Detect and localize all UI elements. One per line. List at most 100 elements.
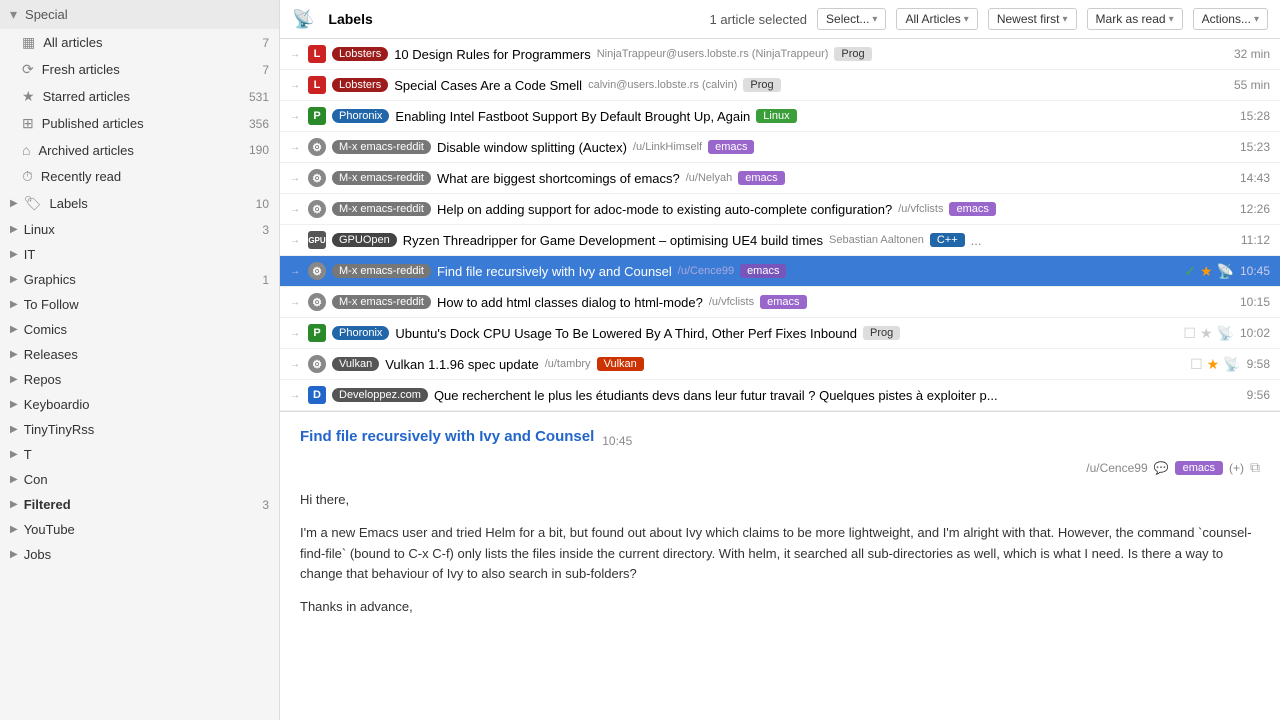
sidebar-item-label: Archived articles <box>38 143 249 158</box>
sidebar-item-label: Recently read <box>41 169 269 184</box>
sidebar-group-graphics[interactable]: ▶ Graphics 1 <box>0 267 279 292</box>
article-arrow-icon: → <box>290 49 302 60</box>
table-row[interactable]: → L Lobsters 10 Design Rules for Program… <box>280 39 1280 70</box>
article-time: 10:15 <box>1240 295 1270 309</box>
selected-info: 1 article selected <box>709 12 807 27</box>
releases-arrow-icon: ▶ <box>10 349 18 360</box>
mark-as-read-button[interactable]: Mark as read ▾ <box>1087 8 1183 30</box>
check-icon[interactable]: ✓ <box>1184 263 1196 280</box>
feed-badge: Lobsters <box>332 78 388 92</box>
labels-arrow-icon: ▶ <box>10 198 18 209</box>
article-tag: C++ <box>930 233 965 247</box>
article-tag: emacs <box>740 264 786 278</box>
sidebar-group-t[interactable]: ▶ T <box>0 442 279 467</box>
sidebar-group-repos[interactable]: ▶ Repos <box>0 367 279 392</box>
article-detail: Find file recursively with Ivy and Couns… <box>280 412 1280 720</box>
feed-badge: M-x emacs-reddit <box>332 202 431 216</box>
labels-icon: 🏷 <box>24 195 42 212</box>
table-row[interactable]: → ⚙ M-x emacs-reddit Help on adding supp… <box>280 194 1280 225</box>
article-tag: emacs <box>949 202 995 216</box>
article-content: Vulkan 1.1.96 spec update /u/tambry Vulk… <box>385 357 1184 372</box>
sidebar-special-header[interactable]: ▾ Special <box>0 0 279 29</box>
sidebar-group-label-text: Linux <box>24 222 263 237</box>
table-row[interactable]: → ⚙ M-x emacs-reddit How to add html cla… <box>280 287 1280 318</box>
article-time: 15:28 <box>1240 109 1270 123</box>
feed-badge: GPUOpen <box>332 233 397 247</box>
table-row[interactable]: → L Lobsters Special Cases Are a Code Sm… <box>280 70 1280 101</box>
article-title: 10 Design Rules for Programmers <box>394 47 591 62</box>
article-content: Ubuntu's Dock CPU Usage To Be Lowered By… <box>395 326 1177 341</box>
article-tag: Prog <box>743 78 780 92</box>
table-row[interactable]: → D Developpez.com Que recherchent le pl… <box>280 380 1280 411</box>
special-icon: ▾ <box>10 6 17 23</box>
article-tag-more: ... <box>971 233 982 248</box>
table-row[interactable]: → P Phoronix Ubuntu's Dock CPU Usage To … <box>280 318 1280 349</box>
all-articles-button[interactable]: All Articles ▾ <box>896 8 977 30</box>
table-row[interactable]: → P Phoronix Enabling Intel Fastboot Sup… <box>280 101 1280 132</box>
detail-tag: emacs <box>1175 461 1223 475</box>
star-icon[interactable]: ★ <box>1207 356 1220 373</box>
article-content: What are biggest shortcomings of emacs? … <box>437 171 1234 186</box>
comics-arrow-icon: ▶ <box>10 324 18 335</box>
con-arrow-icon: ▶ <box>10 474 18 485</box>
rss-icon[interactable]: 📡 <box>1217 263 1234 280</box>
sidebar-group-jobs[interactable]: ▶ Jobs <box>0 542 279 567</box>
sidebar-group-keyboardio[interactable]: ▶ Keyboardio <box>0 392 279 417</box>
rss-icon[interactable]: 📡 <box>1217 325 1234 342</box>
sidebar-item-all-articles[interactable]: ▦ All articles 7 <box>0 29 279 56</box>
sidebar-item-recently-read[interactable]: ⏱ Recently read <box>0 163 279 190</box>
feed-badge: M-x emacs-reddit <box>332 171 431 185</box>
table-row[interactable]: → ⚙ M-x emacs-reddit Find file recursive… <box>280 256 1280 287</box>
sidebar-items: ▦ All articles 7 ⟳ Fresh articles 7 ★ St… <box>0 29 279 190</box>
select-button[interactable]: Select... ▾ <box>817 8 886 30</box>
graphics-arrow-icon: ▶ <box>10 274 18 285</box>
feed-badge: Lobsters <box>332 47 388 61</box>
article-time: 10:02 <box>1240 326 1270 340</box>
star-icon[interactable]: ★ <box>1200 263 1213 280</box>
sidebar-group-releases[interactable]: ▶ Releases <box>0 342 279 367</box>
article-arrow-icon: → <box>290 235 302 246</box>
table-row[interactable]: → ⚙ M-x emacs-reddit What are biggest sh… <box>280 163 1280 194</box>
table-row[interactable]: → ⚙ M-x emacs-reddit Disable window spli… <box>280 132 1280 163</box>
sidebar-groups: ▶ Linux 3 ▶ IT ▶ Graphics 1 ▶ To Follow … <box>0 217 279 567</box>
sidebar-group-to-follow[interactable]: ▶ To Follow <box>0 292 279 317</box>
article-content: Disable window splitting (Auctex) /u/Lin… <box>437 140 1234 155</box>
sidebar-group-youtube[interactable]: ▶ YouTube <box>0 517 279 542</box>
sidebar-group-it[interactable]: ▶ IT <box>0 242 279 267</box>
sidebar-item-published-articles[interactable]: ⊞ Published articles 356 <box>0 110 279 137</box>
table-row[interactable]: → ⚙ Vulkan Vulkan 1.1.96 spec update /u/… <box>280 349 1280 380</box>
feed-badge: Developpez.com <box>332 388 428 402</box>
sidebar-item-starred-articles[interactable]: ★ Starred articles 531 <box>0 83 279 110</box>
sidebar-group-label-text: TinyTinyRss <box>24 422 269 437</box>
rss-icon[interactable]: 📡 <box>1223 356 1240 373</box>
sidebar-labels-group[interactable]: ▶ 🏷 Labels 10 <box>0 190 279 217</box>
detail-title[interactable]: Find file recursively with Ivy and Couns… <box>300 428 594 445</box>
sidebar-item-archived-articles[interactable]: ⌂ Archived articles 190 <box>0 137 279 163</box>
check-icon[interactable]: ☐ <box>1190 356 1203 373</box>
sidebar-group-label-text: Repos <box>24 372 269 387</box>
star-icon[interactable]: ★ <box>1200 325 1213 342</box>
article-actions: ☐ ★ 📡 <box>1190 356 1241 373</box>
actions-button[interactable]: Actions... ▾ <box>1193 8 1268 30</box>
detail-body-p3: Thanks in advance, <box>300 597 1260 618</box>
sidebar-group-filtered[interactable]: ▶ Filtered 3 <box>0 492 279 517</box>
newest-first-button[interactable]: Newest first ▾ <box>988 8 1077 30</box>
article-title: What are biggest shortcomings of emacs? <box>437 171 680 186</box>
article-content: Special Cases Are a Code Smell calvin@us… <box>394 78 1228 93</box>
article-content: How to add html classes dialog to html-m… <box>437 295 1234 310</box>
sidebar-group-comics[interactable]: ▶ Comics <box>0 317 279 342</box>
check-icon[interactable]: ☐ <box>1183 325 1196 342</box>
sidebar-item-fresh-articles[interactable]: ⟳ Fresh articles 7 <box>0 56 279 83</box>
table-row[interactable]: → GPU GPUOpen Ryzen Threadripper for Gam… <box>280 225 1280 256</box>
sidebar-group-count: 3 <box>262 498 269 512</box>
sidebar-group-tinytinyrss[interactable]: ▶ TinyTinyRss <box>0 417 279 442</box>
detail-copy-icon[interactable]: ⧉ <box>1250 459 1260 476</box>
article-arrow-icon: → <box>290 328 302 339</box>
it-arrow-icon: ▶ <box>10 249 18 260</box>
sidebar-labels-label: Labels <box>49 196 255 211</box>
article-author: Sebastian Aaltonen <box>829 234 924 246</box>
article-arrow-icon: → <box>290 204 302 215</box>
sidebar-group-con[interactable]: ▶ Con <box>0 467 279 492</box>
sidebar-item-label: Published articles <box>42 116 249 131</box>
sidebar-group-linux[interactable]: ▶ Linux 3 <box>0 217 279 242</box>
